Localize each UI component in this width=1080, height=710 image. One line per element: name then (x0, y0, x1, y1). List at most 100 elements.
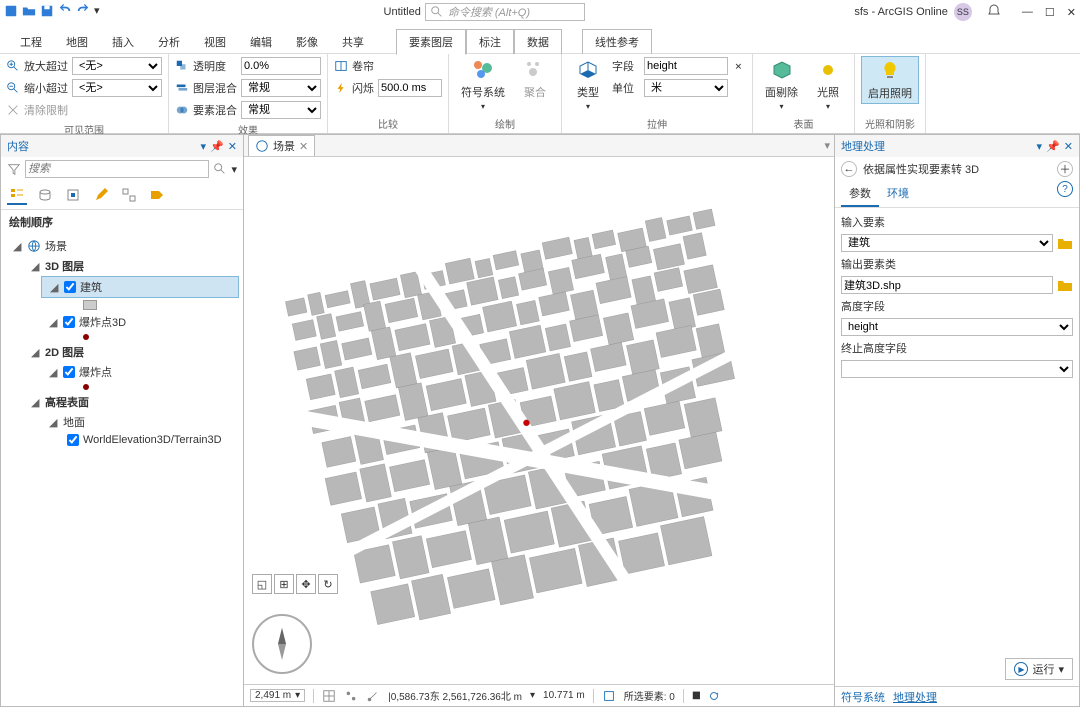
gp-close-icon[interactable]: ✕ (1064, 140, 1073, 153)
zoom-out-select[interactable]: <无> (72, 79, 162, 97)
view-menu-icon[interactable]: ▾ (824, 139, 830, 152)
nav-prev-extent[interactable]: ⊞ (274, 574, 294, 594)
search-dropdown-icon[interactable]: ▾ (231, 163, 237, 176)
explode3d-checkbox[interactable] (63, 316, 75, 328)
tab-insert[interactable]: 插入 (100, 30, 146, 54)
filter-icon[interactable] (7, 162, 21, 176)
zoom-in-select[interactable]: <无> (72, 57, 162, 75)
enable-lighting-button[interactable]: 启用照明 (861, 56, 919, 104)
scene-tab[interactable]: 场景 ✕ (248, 135, 315, 156)
nav-rotate[interactable]: ↻ (318, 574, 338, 594)
tab-view[interactable]: 视图 (192, 30, 238, 54)
feature-blend-select[interactable]: 常规 (241, 101, 321, 119)
zoom-out-icon (6, 81, 20, 95)
face-cull-button[interactable]: 面剔除▾ (759, 56, 804, 113)
explode-checkbox[interactable] (63, 366, 75, 378)
gp-tab-env[interactable]: 环境 (879, 181, 917, 207)
param-tohfield-select[interactable] (841, 360, 1073, 378)
close-panel-icon[interactable]: ✕ (228, 140, 237, 153)
list-by-selection-button[interactable] (63, 185, 83, 205)
extrude-type-button[interactable]: 类型▾ (568, 56, 608, 113)
list-by-edit-button[interactable] (91, 185, 111, 205)
close-tab-icon[interactable]: ✕ (299, 140, 308, 153)
folder-icon[interactable] (1057, 236, 1073, 250)
swipe-label[interactable]: 卷帘 (352, 58, 374, 74)
qat-dropdown-icon[interactable]: ▾ (94, 4, 100, 21)
account-info[interactable]: sfs - ArcGIS Online SS (854, 3, 972, 21)
scene-canvas[interactable]: ◱ ⊞ ✥ ↻ (244, 157, 834, 684)
param-outfc-input[interactable] (841, 276, 1053, 294)
foot-tab-gp[interactable]: 地理处理 (893, 689, 937, 705)
add-button[interactable]: ＋ (1057, 161, 1073, 177)
flash-input[interactable] (378, 79, 442, 97)
nav-full-extent[interactable]: ◱ (252, 574, 272, 594)
autohide-icon[interactable]: ▾ (201, 140, 207, 153)
tab-map[interactable]: 地图 (54, 30, 100, 54)
redo-icon[interactable] (76, 4, 90, 21)
param-hfield-select[interactable]: height (841, 318, 1073, 336)
minimize-button[interactable]: — (1022, 6, 1033, 19)
transparency-input[interactable] (241, 57, 321, 75)
search-icon[interactable] (213, 162, 227, 176)
gp-pin-icon[interactable]: 📌 (1046, 140, 1060, 153)
layers3d-node[interactable]: ◢3D 图层 (23, 256, 239, 276)
explode3d-node[interactable]: ◢爆炸点3D (41, 312, 239, 332)
undo-icon[interactable] (58, 4, 72, 21)
tab-data[interactable]: 数据 (514, 29, 562, 54)
toc-search-input[interactable] (25, 160, 209, 178)
extrude-field-input[interactable] (644, 57, 728, 75)
project-icon[interactable] (4, 4, 18, 21)
tab-edit[interactable]: 编辑 (238, 30, 284, 54)
group-extrude: 类型▾ 字段✕ 单位米 拉伸 (562, 54, 753, 133)
account-text: sfs - ArcGIS Online (854, 6, 948, 18)
face-light-button[interactable]: 光照▾ (808, 56, 848, 113)
gp-autohide-icon[interactable]: ▾ (1037, 140, 1043, 153)
tab-analysis[interactable]: 分析 (146, 30, 192, 54)
help-icon[interactable]: ? (1057, 181, 1073, 197)
open-icon[interactable] (22, 4, 36, 21)
extrude-unit-label: 单位 (612, 80, 640, 96)
buildings-node[interactable]: ◢建筑 (41, 276, 239, 298)
gp-tab-params[interactable]: 参数 (841, 181, 879, 207)
notification-icon[interactable] (986, 3, 1002, 22)
pin-icon[interactable]: 📌 (210, 140, 224, 153)
tab-imagery[interactable]: 影像 (284, 30, 330, 54)
list-by-label-button[interactable] (147, 185, 167, 205)
tab-share[interactable]: 共享 (330, 30, 376, 54)
save-icon[interactable] (40, 4, 54, 21)
extrude-unit-select[interactable]: 米 (644, 79, 728, 97)
tab-label[interactable]: 标注 (466, 29, 514, 54)
ground-node[interactable]: ◢地面 (41, 412, 239, 432)
field-x-icon[interactable]: ✕ (732, 59, 746, 73)
layer-blend-select[interactable]: 常规 (241, 79, 321, 97)
aggregate-button[interactable]: 聚合 (515, 56, 555, 102)
foot-tab-symbology[interactable]: 符号系统 (841, 689, 885, 705)
tab-linear[interactable]: 线性参考 (582, 29, 652, 54)
toc-tree: ◢场景 ◢3D 图层 ◢建筑 ◢爆炸点3D ◢2D 图层 ◢爆炸点 ◢高程表面 … (1, 234, 243, 450)
surfaces-node[interactable]: ◢高程表面 (23, 392, 239, 412)
run-button[interactable]: ▶运行▾ (1005, 658, 1073, 680)
tab-feature-layer[interactable]: 要素图层 (396, 29, 466, 55)
list-by-snap-button[interactable] (119, 185, 139, 205)
layers2d-node[interactable]: ◢2D 图层 (23, 342, 239, 362)
folder-icon[interactable] (1057, 278, 1073, 292)
compass[interactable] (252, 614, 312, 674)
terrain-checkbox[interactable] (67, 434, 79, 446)
list-by-draw-order-button[interactable] (7, 185, 27, 205)
buildings-checkbox[interactable] (64, 281, 76, 293)
back-button[interactable]: ← (841, 161, 857, 177)
group-label-illum: 光照和阴影 (861, 114, 919, 131)
maximize-button[interactable]: ☐ (1045, 6, 1055, 19)
close-button[interactable]: ✕ (1067, 6, 1076, 19)
list-by-source-button[interactable] (35, 185, 55, 205)
terrain-node[interactable]: WorldElevation3D/Terrain3D (59, 432, 239, 448)
clear-limit-label[interactable]: 清除限制 (24, 102, 68, 118)
explode-node[interactable]: ◢爆炸点 (41, 362, 239, 382)
scene-node[interactable]: ◢场景 (5, 236, 239, 256)
param-infeat-select[interactable]: 建筑 (841, 234, 1053, 252)
nav-pan[interactable]: ✥ (296, 574, 316, 594)
aggregate-icon (523, 58, 547, 82)
symbology-button[interactable]: 符号系统▾ (455, 56, 511, 113)
tab-project[interactable]: 工程 (8, 30, 54, 54)
command-search[interactable]: 命令搜索 (Alt+Q) (425, 3, 585, 21)
